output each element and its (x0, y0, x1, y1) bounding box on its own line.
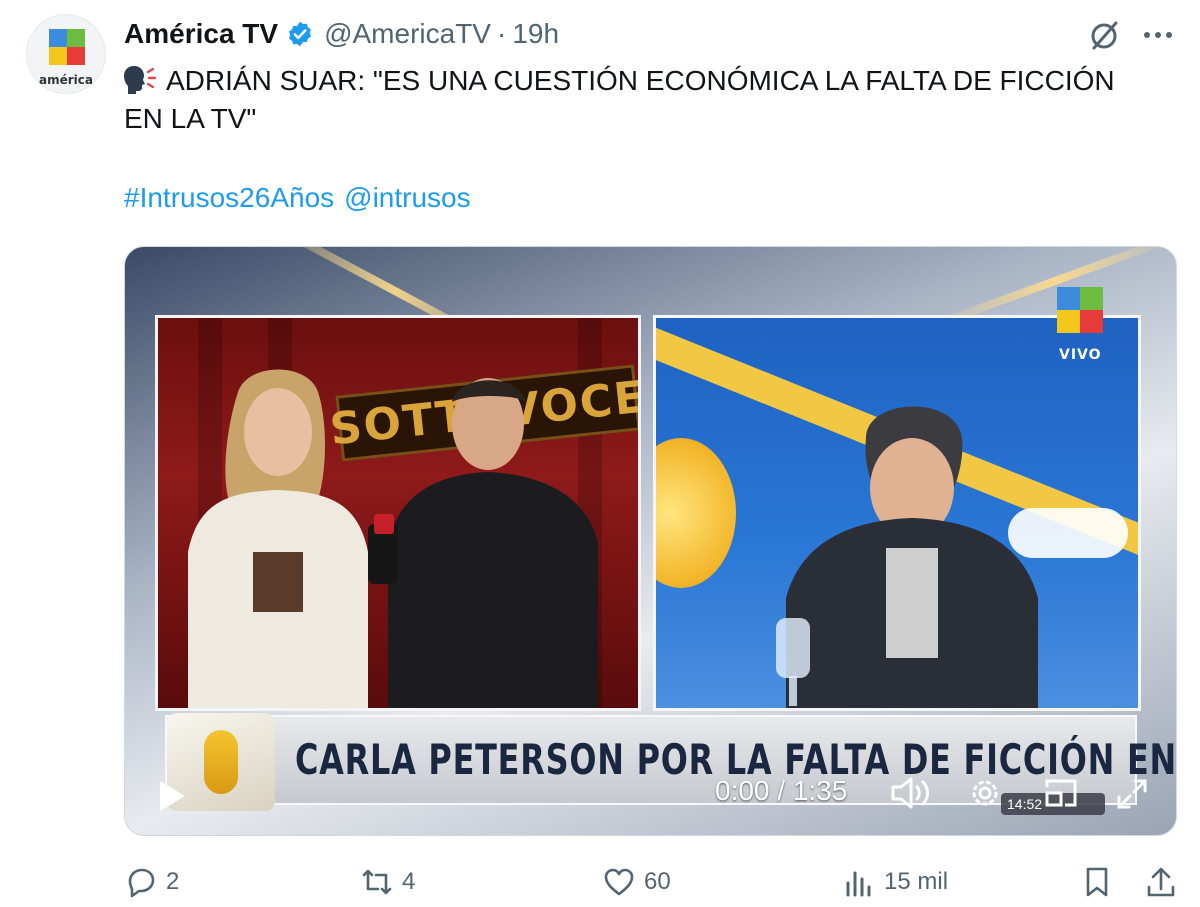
hashtag-link[interactable]: #Intrusos26Años (124, 182, 334, 213)
tweet-text-line2: EN LA TV" (124, 103, 257, 134)
header-separator: · (496, 18, 507, 49)
reply-count: 2 (166, 868, 180, 895)
reply-button[interactable]: 2 (124, 862, 179, 902)
america-logo (49, 29, 85, 65)
repost-count: 4 (402, 868, 416, 895)
views-button[interactable]: 15 mil (842, 862, 948, 902)
tweet-actions: 2 4 60 15 mil (124, 862, 1184, 902)
video-left-panel: SOTTOVOCE (155, 315, 641, 711)
guest-woman-figure (188, 369, 368, 708)
like-count: 60 (644, 868, 671, 895)
bookmark-button[interactable] (1080, 862, 1122, 902)
play-icon[interactable] (157, 779, 187, 813)
video-player[interactable]: SOTTOVOCE V (124, 246, 1177, 836)
author-avatar[interactable]: américa (26, 14, 106, 94)
views-count: 15 mil (884, 868, 949, 895)
repost-button[interactable]: 4 (360, 862, 415, 902)
more-icon[interactable] (1140, 20, 1176, 50)
fullscreen-icon[interactable] (1115, 777, 1149, 811)
tweet-tags: #Intrusos26Años @intrusos (124, 182, 481, 214)
repost-icon (362, 869, 392, 895)
live-label: VIVO (1059, 347, 1102, 363)
author-name[interactable]: América TV (124, 18, 278, 50)
reply-icon (128, 868, 155, 898)
views-icon (846, 871, 871, 897)
video-timecode: 0:00 / 1:35 (715, 775, 848, 806)
video-right-panel (653, 315, 1141, 711)
mention-link[interactable]: @intrusos (344, 182, 470, 213)
tweet-text-line1: ADRIÁN SUAR: "ES UNA CUESTIÓN ECONÓMICA … (166, 65, 1115, 96)
tweet-header: América TV @AmericaTV · 19h (124, 16, 559, 52)
like-icon (604, 868, 634, 896)
author-handle[interactable]: @AmericaTV (324, 18, 491, 50)
bookmark-icon (1086, 867, 1108, 897)
volume-icon[interactable] (889, 773, 933, 813)
verified-badge-icon (289, 21, 312, 47)
tweet-body: ADRIÁN SUAR: "ES UNA CUESTIÓN ECONÓMICA … (124, 62, 1184, 138)
grok-icon[interactable] (1086, 18, 1122, 54)
share-button[interactable] (1144, 862, 1186, 902)
picture-in-picture-icon[interactable] (1043, 777, 1079, 809)
avatar-brand-text: américa (39, 73, 93, 87)
speaking-head-icon (124, 66, 157, 94)
like-button[interactable]: 60 (602, 862, 671, 902)
settings-gear-icon[interactable] (967, 775, 1003, 811)
host-man-figure (368, 378, 598, 708)
tweet-time[interactable]: 19h (512, 18, 559, 50)
share-icon (1147, 867, 1175, 897)
studio-host-figure (776, 406, 1038, 708)
channel-logo (1057, 287, 1103, 333)
